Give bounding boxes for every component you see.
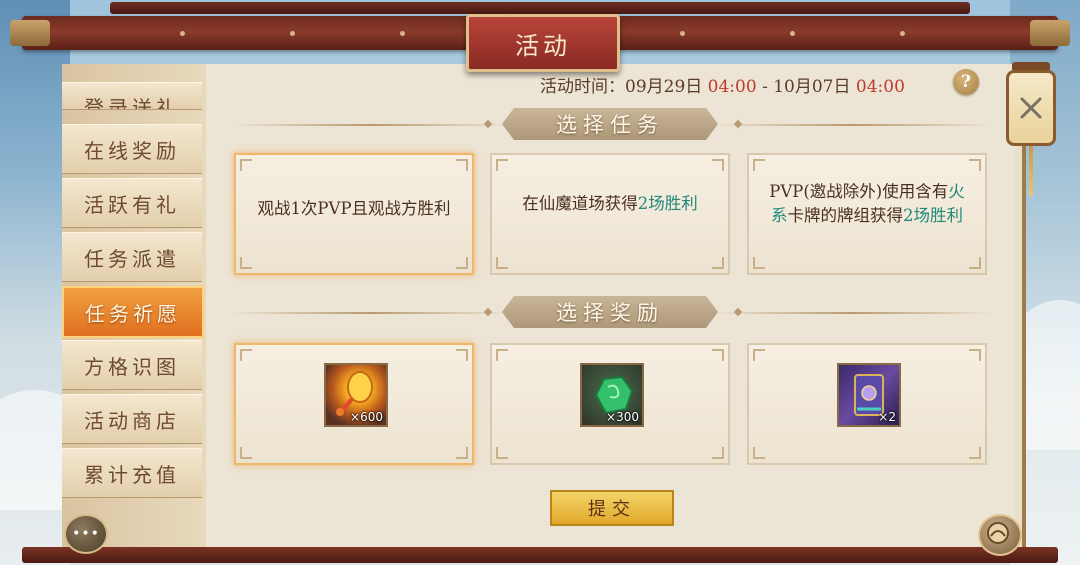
card-corner-ornament xyxy=(496,349,508,361)
end-date: 10月07日 xyxy=(773,77,851,97)
task-card[interactable]: PVP(邀战除外)使用含有火系卡牌的牌组获得2场胜利 xyxy=(747,153,987,275)
section-divider xyxy=(712,312,992,314)
chat-button[interactable]: ••• xyxy=(64,514,108,554)
sidebar-item-label: 累计充值 xyxy=(84,462,180,487)
sidebar-item-label: 任务祈愿 xyxy=(85,301,181,326)
task-description: 观战1次PVP且观战方胜利 xyxy=(250,145,458,273)
task-goal: 2场胜利 xyxy=(903,206,963,225)
item-count: ×600 xyxy=(350,410,383,424)
sidebar-item-active-gift[interactable]: 活跃有礼 xyxy=(62,178,202,228)
jade-stone-item-icon: ×300 xyxy=(580,363,644,427)
section-divider xyxy=(230,124,510,126)
lantern-tassel xyxy=(1029,146,1033,196)
section-divider xyxy=(230,312,510,314)
sidebar-item-activity-shop[interactable]: 活动商店 xyxy=(62,394,202,444)
sidebar-item-label: 活动商店 xyxy=(84,408,180,433)
frame-stud xyxy=(400,31,405,36)
card-corner-ornament xyxy=(712,349,724,361)
section-divider xyxy=(712,124,992,126)
frame-bottom-beam xyxy=(22,547,1058,563)
sidebar-item-label: 在线奖励 xyxy=(84,138,180,163)
item-count: ×300 xyxy=(606,410,639,424)
card-corner-ornament xyxy=(240,447,252,459)
section-title-rewards: 选择奖励 xyxy=(502,296,718,328)
card-corner-ornament xyxy=(969,349,981,361)
card-corner-ornament xyxy=(753,349,765,361)
sidebar-item-label: 登录送礼 xyxy=(84,96,180,110)
frame-beam-end-right xyxy=(1030,20,1070,46)
card-corner-ornament xyxy=(456,349,468,361)
sidebar-item-login-gift[interactable]: 登录送礼 xyxy=(62,82,202,110)
close-icon xyxy=(1020,97,1042,119)
sidebar-item-online-reward[interactable]: 在线奖励 xyxy=(62,124,202,174)
frame-stud xyxy=(790,31,795,36)
map-button[interactable] xyxy=(978,514,1022,556)
frame-stud xyxy=(180,31,185,36)
card-corner-ornament xyxy=(496,447,508,459)
card-corner-ornament xyxy=(969,447,981,459)
card-corner-ornament xyxy=(456,447,468,459)
sidebar-item-task-wish[interactable]: 任务祈愿 xyxy=(62,286,204,338)
task-card[interactable]: 在仙魔道场获得2场胜利 xyxy=(490,153,730,275)
frame-stud xyxy=(900,31,905,36)
sidebar-item-grid-puzzle[interactable]: 方格识图 xyxy=(62,340,202,390)
sidebar-item-label: 方格识图 xyxy=(84,354,180,379)
card-corner-ornament xyxy=(712,447,724,459)
task-description: 在仙魔道场获得2场胜利 xyxy=(506,135,714,273)
map-icon xyxy=(987,522,1009,544)
task-text: 在仙魔道场获得 xyxy=(522,194,638,213)
time-separator: - xyxy=(762,77,768,97)
time-label: 活动时间： xyxy=(540,77,625,97)
task-text: PVP(邀战除外)使用含有 xyxy=(769,182,949,201)
item-count: ×2 xyxy=(878,410,896,424)
task-description: PVP(邀战除外)使用含有火系卡牌的牌组获得2场胜利 xyxy=(763,135,971,273)
submit-button[interactable]: 提交 xyxy=(550,490,674,526)
start-date: 09月29日 xyxy=(625,77,703,97)
task-text: 观战1次PVP且观战方胜利 xyxy=(257,199,451,218)
frame-beam-end-left xyxy=(10,20,50,46)
sidebar-item-task-dispatch[interactable]: 任务派遣 xyxy=(62,232,202,282)
frame-stud xyxy=(680,31,685,36)
frame-top-thin-beam xyxy=(110,2,970,14)
frame-stud xyxy=(290,31,295,36)
card-corner-ornament xyxy=(240,349,252,361)
task-goal: 2场胜利 xyxy=(637,194,698,213)
sidebar-item-label: 任务派遣 xyxy=(84,246,180,271)
sidebar-item-label: 活跃有礼 xyxy=(84,192,180,217)
lantern-fan-item-icon: ×600 xyxy=(324,363,388,427)
card-pack-item-icon: ×2 xyxy=(837,363,901,427)
task-text: 卡牌的牌组获得 xyxy=(787,206,904,225)
card-corner-ornament xyxy=(753,447,765,459)
help-icon[interactable]: ? xyxy=(953,69,979,95)
end-time: 04:00 xyxy=(855,77,905,97)
reward-card[interactable]: ×300 xyxy=(490,343,730,465)
activity-time: 活动时间：09月29日 04:00 - 10月07日 04:00 xyxy=(540,72,905,97)
close-button[interactable] xyxy=(1006,70,1056,146)
chat-icon: ••• xyxy=(72,526,100,542)
sidebar-item-cumulative-recharge[interactable]: 累计充值 xyxy=(62,448,202,498)
start-time: 04:00 xyxy=(707,77,757,97)
task-card[interactable]: 观战1次PVP且观战方胜利 xyxy=(234,153,474,275)
page-title: 活动 xyxy=(466,14,620,72)
reward-card[interactable]: ×600 xyxy=(234,343,474,465)
reward-card[interactable]: ×2 xyxy=(747,343,987,465)
